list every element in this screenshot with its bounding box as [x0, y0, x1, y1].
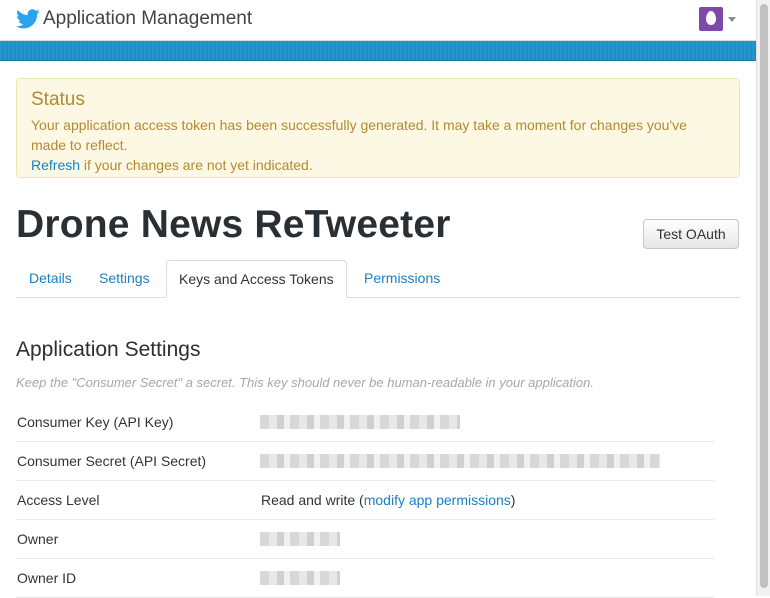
modify-app-permissions-link[interactable]: modify app permissions: [364, 492, 511, 508]
access-level-text: Read and write (: [261, 492, 364, 508]
redacted-value: [260, 454, 660, 468]
status-alert: Status Your application access token has…: [16, 78, 740, 178]
access-level-suffix: ): [510, 492, 516, 508]
account-menu[interactable]: [699, 7, 739, 33]
row-label: Owner ID: [17, 570, 77, 586]
table-row: Access Level Read and write (modify app …: [16, 481, 714, 520]
redacted-value: [260, 415, 460, 429]
table-row: Owner: [16, 520, 714, 559]
redacted-value: [260, 571, 340, 585]
table-row: Consumer Secret (API Secret): [16, 442, 714, 481]
egg-shape: [706, 11, 716, 25]
table-row: Consumer Key (API Key): [16, 403, 714, 442]
chevron-down-icon[interactable]: [728, 17, 736, 22]
section-title: Application Settings: [16, 338, 201, 361]
twitter-bird-icon[interactable]: [16, 9, 40, 29]
scrollbar-thumb[interactable]: [760, 4, 768, 588]
refresh-link[interactable]: Refresh: [31, 157, 80, 173]
row-label: Access Level: [17, 492, 100, 508]
row-label: Consumer Secret (API Secret): [17, 453, 207, 469]
tab-permissions[interactable]: Permissions: [352, 260, 452, 297]
test-oauth-button[interactable]: Test OAuth: [643, 219, 739, 249]
tab-settings[interactable]: Settings: [87, 260, 162, 297]
egg-avatar-icon[interactable]: [699, 7, 723, 31]
vertical-scrollbar[interactable]: [756, 0, 770, 596]
status-refresh-line: Refresh if your changes are not yet indi…: [31, 155, 725, 175]
app-management-title[interactable]: Application Management: [43, 8, 252, 30]
section-note: Keep the "Consumer Secret" a secret. Thi…: [16, 375, 594, 390]
settings-table: Consumer Key (API Key) Consumer Secret (…: [16, 403, 714, 598]
tab-keys-and-access-tokens[interactable]: Keys and Access Tokens: [166, 260, 347, 298]
access-level-value: Read and write (modify app permissions): [261, 492, 515, 508]
top-navigation-bar: Application Management: [0, 0, 756, 41]
page-title: Drone News ReTweeter: [16, 203, 451, 246]
status-title: Status: [31, 89, 85, 110]
row-label: Owner: [17, 531, 59, 547]
redacted-value: [260, 532, 340, 546]
status-message: Your application access token has been s…: [31, 117, 687, 153]
tab-details[interactable]: Details: [17, 260, 84, 297]
tab-bar: Details Settings Keys and Access Tokens …: [16, 260, 740, 298]
refresh-suffix: if your changes are not yet indicated.: [80, 157, 313, 173]
row-label: Consumer Key (API Key): [17, 414, 174, 430]
table-row: Owner ID: [16, 559, 714, 598]
header-accent-bar: [0, 41, 756, 61]
